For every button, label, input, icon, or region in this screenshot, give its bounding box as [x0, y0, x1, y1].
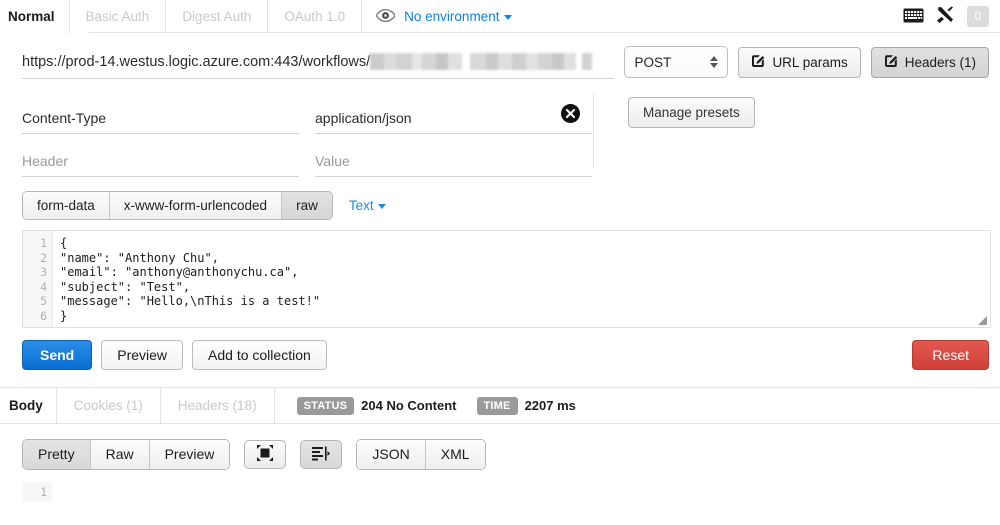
url-input[interactable]: https://prod-14.westus.logic.azure.com:4…	[22, 45, 615, 79]
response-tab-bar: Body Cookies (1) Headers (18) STATUS 204…	[0, 388, 1000, 424]
line-number: 1	[40, 485, 47, 499]
auth-tab-oauth-1[interactable]: OAuth 1.0	[268, 0, 363, 33]
body-type-form-data[interactable]: form-data	[23, 192, 110, 219]
response-format-group: JSON XML	[356, 439, 486, 470]
response-tab-headers[interactable]: Headers (18)	[161, 388, 275, 423]
request-actions: Send Preview Add to collection Reset	[0, 328, 1000, 370]
header-key-input[interactable]: Content-Type	[22, 110, 299, 134]
request-url-row: https://prod-14.westus.logic.azure.com:4…	[0, 33, 1000, 87]
add-to-collection-button[interactable]: Add to collection	[192, 340, 327, 370]
line-number: 1	[40, 236, 47, 250]
pencil-square-icon	[884, 54, 898, 71]
headers-toggle-label: Headers (1)	[904, 54, 976, 70]
body-type-urlencoded[interactable]: x-www-form-urlencoded	[109, 192, 283, 219]
keyboard-icon[interactable]	[903, 8, 924, 26]
header-row: Header Value	[22, 134, 592, 177]
fullscreen-icon	[257, 445, 274, 464]
response-line-numbers: 1	[22, 482, 52, 502]
status-badge[interactable]: 0	[967, 6, 989, 27]
response-toolbar: Pretty Raw Preview JSON XML	[0, 424, 1000, 470]
time-pill-label: TIME	[476, 396, 518, 415]
auth-tab-normal[interactable]: Normal	[0, 0, 70, 33]
response-tab-cookies[interactable]: Cookies (1)	[57, 388, 161, 423]
http-method-select[interactable]: POST	[624, 46, 729, 78]
chevron-down-icon	[504, 14, 513, 20]
header-value-input[interactable]: application/json	[315, 110, 592, 134]
topbar-right-tools: 0	[903, 0, 1000, 33]
auth-tab-group: Normal Basic Auth Digest Auth OAuth 1.0	[0, 0, 363, 33]
wrench-screwdriver-icon[interactable]	[936, 6, 955, 27]
view-mode-raw[interactable]: Raw	[90, 440, 150, 469]
url-params-label: URL params	[772, 54, 848, 70]
editor-code-content[interactable]: { "name": "Anthony Chu", "email": "antho…	[53, 231, 990, 327]
environment-selector[interactable]: No environment	[362, 0, 526, 33]
body-type-group: form-data x-www-form-urlencoded raw	[22, 191, 333, 220]
headers-toggle-button[interactable]: Headers (1)	[870, 46, 989, 78]
view-mode-pretty[interactable]: Pretty	[23, 440, 91, 469]
headers-rows: Content-Type application/json Header Val…	[22, 91, 592, 177]
editor-line-numbers: 1 2 3 4 5 6	[23, 231, 53, 327]
request-body-editor[interactable]: 1 2 3 4 5 6 { "name": "Anthony Chu", "em…	[22, 230, 991, 328]
view-mode-preview[interactable]: Preview	[149, 440, 230, 469]
response-view-mode-group: Pretty Raw Preview	[22, 439, 231, 470]
headers-panel: Content-Type application/json Header Val…	[0, 87, 1000, 177]
stepper-arrows-icon	[710, 56, 719, 68]
line-number: 6	[40, 308, 47, 323]
word-wrap-icon	[312, 446, 331, 464]
response-status-group: STATUS 204 No Content TIME 2207 ms	[275, 388, 589, 423]
environment-label[interactable]: No environment	[404, 9, 513, 24]
status-value: 204 No Content	[361, 398, 457, 413]
auth-tab-digest-auth[interactable]: Digest Auth	[166, 0, 269, 33]
time-value: 2207 ms	[524, 398, 576, 413]
url-text: https://prod-14.westus.logic.azure.com:4…	[22, 53, 371, 70]
header-key-input-empty[interactable]: Header	[22, 153, 299, 177]
topbar-divider	[89, 32, 1000, 33]
header-value-input-empty[interactable]: Value	[315, 153, 592, 177]
body-type-row: form-data x-www-form-urlencoded raw Text	[0, 177, 1000, 220]
reset-button[interactable]: Reset	[912, 340, 989, 370]
presets-container: Manage presets	[592, 91, 755, 177]
environment-name: No environment	[404, 9, 500, 24]
line-number: 2	[40, 250, 47, 265]
format-json[interactable]: JSON	[357, 440, 426, 469]
body-format-dropdown[interactable]: Text	[349, 198, 386, 213]
auth-tab-basic-auth[interactable]: Basic Auth	[70, 0, 167, 33]
pencil-square-icon	[751, 54, 765, 71]
body-type-raw[interactable]: raw	[282, 192, 332, 219]
fullscreen-button[interactable]	[244, 440, 287, 469]
format-xml[interactable]: XML	[425, 440, 485, 469]
url-params-button[interactable]: URL params	[738, 46, 861, 78]
chevron-down-icon	[377, 203, 386, 209]
auth-topbar: Normal Basic Auth Digest Auth OAuth 1.0 …	[0, 0, 1000, 33]
http-method-value: POST	[634, 54, 672, 70]
body-format-label: Text	[348, 198, 374, 213]
editor-resize-handle[interactable]	[977, 314, 988, 325]
line-number: 5	[40, 294, 47, 309]
status-pill-label: STATUS	[296, 396, 355, 415]
line-number: 4	[40, 279, 47, 294]
headers-vertical-divider	[593, 93, 594, 168]
response-tab-body[interactable]: Body	[0, 388, 57, 423]
send-button[interactable]: Send	[22, 340, 93, 370]
line-number: 3	[40, 265, 47, 280]
word-wrap-button[interactable]	[300, 440, 343, 469]
preview-button[interactable]: Preview	[101, 340, 184, 370]
manage-presets-button[interactable]: Manage presets	[628, 97, 755, 128]
eye-icon[interactable]	[375, 8, 396, 25]
header-row: Content-Type application/json	[22, 91, 592, 134]
url-redacted-block	[370, 53, 593, 70]
close-circle-icon[interactable]	[561, 104, 580, 126]
